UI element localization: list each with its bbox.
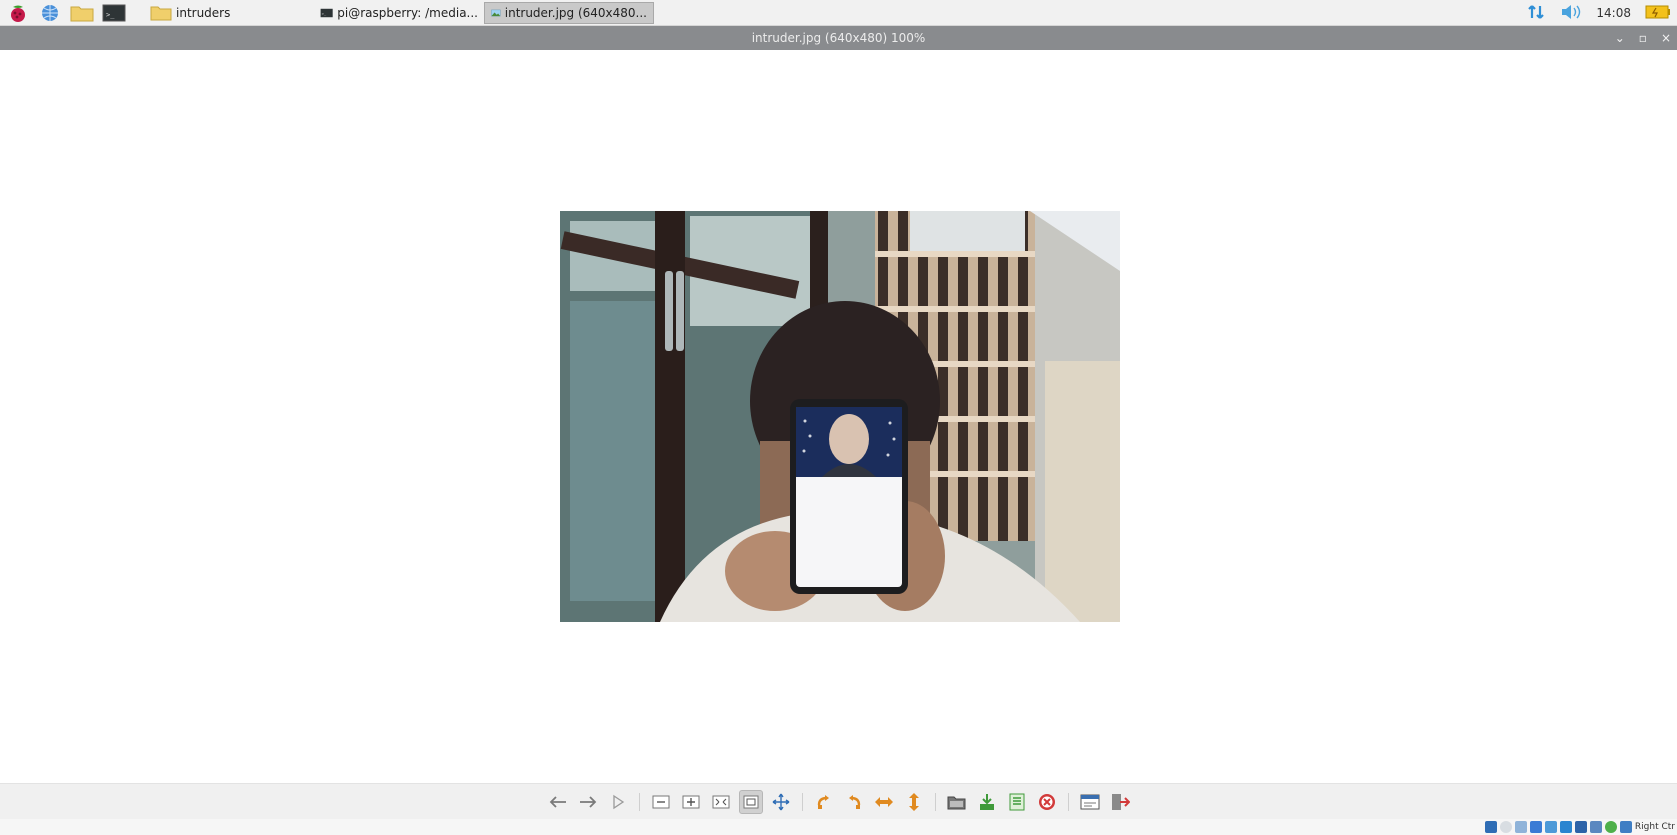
volume-icon[interactable] (1560, 3, 1582, 24)
image-canvas[interactable] (0, 50, 1677, 783)
close-button[interactable]: × (1661, 31, 1671, 45)
fullscreen-button[interactable] (769, 790, 793, 814)
flip-horizontal-button[interactable] (872, 790, 896, 814)
open-file-button[interactable] (945, 790, 969, 814)
original-size-button[interactable] (738, 789, 763, 814)
save-as-button[interactable] (1005, 790, 1029, 814)
recording-icon[interactable] (1589, 821, 1602, 833)
folder-file-manager-icon[interactable] (68, 2, 96, 24)
next-image-button[interactable] (576, 790, 600, 814)
battery-icon[interactable] (1645, 5, 1671, 22)
webcam-photo-icon (560, 211, 1120, 622)
exit-button[interactable] (1108, 790, 1132, 814)
system-tray: 14:08 (1526, 0, 1671, 26)
rotate-cw-icon (848, 794, 860, 809)
svg-text:>_: >_ (106, 11, 115, 19)
previous-image-button[interactable] (546, 790, 570, 814)
original-size-icon (743, 795, 758, 808)
task-label: intruders (176, 5, 231, 20)
rotate-left-button[interactable] (812, 790, 836, 814)
globe-browser-icon[interactable] (36, 2, 64, 24)
rotate-ccw-icon (817, 794, 829, 809)
network-arrows-icon[interactable] (1526, 2, 1546, 25)
zoom-in-button[interactable] (679, 790, 703, 814)
fullscreen-icon (772, 793, 789, 810)
terminal-icon[interactable]: >_ (100, 2, 128, 24)
shared-folder-icon[interactable] (1544, 821, 1557, 833)
toolbar-separator (638, 792, 640, 811)
usb-icon[interactable] (1529, 821, 1542, 833)
back-arrow-icon (549, 795, 566, 808)
raspberry-menu-icon[interactable] (4, 2, 32, 24)
minimize-button[interactable]: ⌄ (1615, 31, 1625, 45)
host-key-label: Right Ctr (1634, 822, 1675, 832)
flip-vertical-icon (908, 792, 919, 811)
zoom-out-icon (652, 795, 669, 808)
clock[interactable]: 14:08 (1596, 6, 1631, 20)
fit-window-icon (712, 795, 729, 808)
exit-icon (1111, 793, 1130, 810)
disk-icon[interactable] (1484, 821, 1497, 833)
save-file-icon (979, 793, 994, 810)
delete-icon (1038, 793, 1055, 810)
forward-arrow-icon (579, 795, 596, 808)
zoom-in-icon (682, 795, 699, 808)
preferences-button[interactable] (1078, 790, 1102, 814)
flip-vertical-button[interactable] (902, 790, 926, 814)
open-file-icon (947, 796, 965, 809)
mouse-integration-icon[interactable] (1619, 821, 1632, 833)
flip-horizontal-icon (874, 796, 893, 807)
save-file-button[interactable] (975, 790, 999, 814)
viewer-toolbar (0, 783, 1677, 819)
cd-icon[interactable] (1499, 821, 1512, 833)
window-title: intruder.jpg (640x480) 100% (751, 31, 926, 45)
save-as-icon (1009, 793, 1024, 810)
maximize-button[interactable]: ▫ (1639, 31, 1647, 45)
preferences-icon (1080, 794, 1099, 809)
toolbar-separator (801, 792, 803, 811)
rotate-right-button[interactable] (842, 790, 866, 814)
toolbar-separator (1067, 792, 1069, 811)
cpu-icon[interactable] (1604, 821, 1617, 833)
network-icon[interactable] (1514, 821, 1527, 833)
play-slideshow-icon (612, 794, 624, 809)
fit-window-button[interactable] (709, 790, 733, 814)
top-panel: >_ intruders >_ pi@raspberry: /media... … (0, 0, 1677, 26)
slideshow-button[interactable] (606, 790, 630, 814)
host-status-strip: Right Ctr (0, 819, 1677, 835)
task-label: intruder.jpg (640x480... (504, 5, 647, 20)
delete-button[interactable] (1035, 790, 1059, 814)
task-image-viewer[interactable]: intruder.jpg (640x480... (484, 1, 654, 24)
task-label: pi@raspberry: /media... (337, 5, 478, 20)
task-intruders-folder[interactable]: intruders (144, 2, 314, 24)
screen-icon[interactable] (1574, 821, 1587, 833)
display-icon[interactable] (1559, 821, 1572, 833)
toolbar-separator (934, 792, 936, 811)
zoom-out-button[interactable] (649, 790, 673, 814)
task-terminal[interactable]: >_ pi@raspberry: /media... (314, 2, 484, 24)
window-titlebar[interactable]: intruder.jpg (640x480) 100% ⌄ ▫ × (0, 26, 1677, 50)
